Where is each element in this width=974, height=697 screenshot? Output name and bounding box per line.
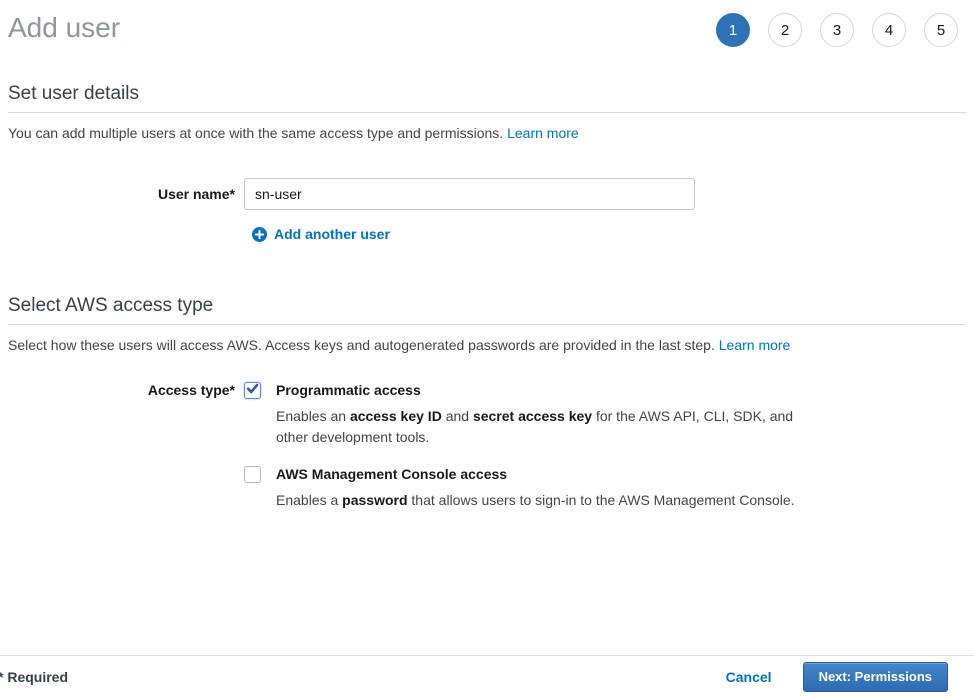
learn-more-link-access-type[interactable]: Learn more: [719, 337, 791, 353]
plus-circle-icon: [252, 227, 267, 242]
programmatic-access-title: Programmatic access: [276, 382, 800, 399]
wizard-step-1: 1: [716, 13, 750, 47]
access-type-description-text: Select how these users will access AWS. …: [8, 337, 719, 353]
set-user-details-description-text: You can add multiple users at once with …: [8, 125, 507, 141]
user-name-label: User name*: [8, 186, 244, 203]
page-title: Add user: [8, 12, 120, 44]
user-name-input[interactable]: [244, 178, 695, 210]
cancel-button[interactable]: Cancel: [726, 669, 772, 685]
section-set-user-details: Set user details: [8, 83, 966, 113]
access-type-label: Access type*: [8, 382, 244, 399]
wizard-step-indicator: 1 2 3 4 5: [716, 13, 958, 47]
wizard-step-3: 3: [820, 13, 854, 47]
access-type-row: Access type* Programmatic access Enables…: [0, 382, 974, 511]
page-header: Add user 1 2 3 4 5: [0, 0, 974, 56]
console-access-title: AWS Management Console access: [276, 466, 795, 483]
user-name-row: User name*: [0, 178, 974, 210]
wizard-footer: * Required Cancel Next: Permissions: [0, 655, 974, 697]
option-text-block: Programmatic access Enables an access ke…: [276, 382, 800, 448]
next-permissions-button[interactable]: Next: Permissions: [803, 662, 948, 692]
option-text-block: AWS Management Console access Enables a …: [276, 466, 795, 511]
checkmark-icon: [246, 382, 259, 398]
add-another-user-label: Add another user: [274, 226, 390, 242]
access-type-heading: Select AWS access type: [8, 295, 966, 317]
wizard-step-4: 4: [872, 13, 906, 47]
programmatic-access-description: Enables an access key ID and secret acce…: [276, 406, 800, 448]
console-access-description: Enables a password that allows users to …: [276, 490, 795, 511]
set-user-details-heading: Set user details: [8, 83, 966, 105]
access-type-options: Programmatic access Enables an access ke…: [244, 382, 800, 511]
console-access-checkbox[interactable]: [244, 466, 261, 483]
learn-more-link-user-details[interactable]: Learn more: [507, 125, 579, 141]
add-another-user-button[interactable]: Add another user: [252, 226, 390, 242]
access-type-description: Select how these users will access AWS. …: [8, 337, 966, 354]
section-access-type: Select AWS access type: [8, 295, 966, 325]
set-user-details-description: You can add multiple users at once with …: [8, 125, 966, 142]
wizard-step-2: 2: [768, 13, 802, 47]
option-programmatic-access: Programmatic access Enables an access ke…: [244, 382, 800, 448]
wizard-step-5: 5: [924, 13, 958, 47]
programmatic-access-checkbox[interactable]: [244, 382, 261, 399]
required-note: * Required: [0, 669, 68, 685]
option-console-access: AWS Management Console access Enables a …: [244, 466, 800, 511]
